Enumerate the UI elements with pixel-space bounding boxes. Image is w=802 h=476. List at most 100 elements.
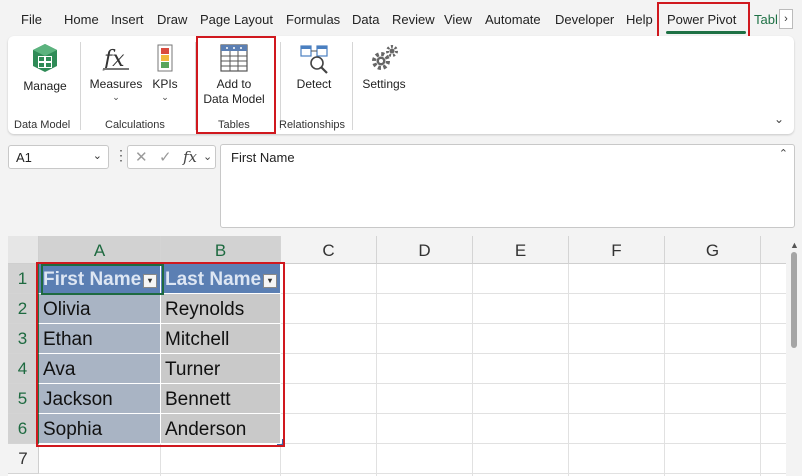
add-to-data-model-button[interactable]: Add to Data Model <box>199 42 269 107</box>
select-all-button[interactable] <box>8 236 39 264</box>
tab-insert[interactable]: Insert <box>111 12 144 27</box>
gridline <box>160 444 161 476</box>
enter-icon[interactable]: ✓ <box>159 148 172 166</box>
ribbon-tabs: File Home Insert Draw Page Layout Formul… <box>0 0 802 36</box>
chevron-down-icon[interactable]: ⌄ <box>203 150 212 163</box>
header-last-name: Last Name <box>165 269 262 290</box>
chevron-down-icon: ⌄ <box>112 92 120 102</box>
settings-button[interactable]: Settings <box>358 42 410 92</box>
formula-input[interactable]: First Name ⌃ <box>220 144 795 228</box>
table-cell[interactable]: Anderson <box>161 414 281 444</box>
group-label-relationships: Relationships <box>279 119 346 131</box>
name-box[interactable]: A1 ⌄ <box>8 145 109 169</box>
detect-relationships-icon <box>300 45 328 74</box>
tab-table-design[interactable]: Tabl <box>754 12 778 27</box>
measures-label: Measures <box>89 77 143 91</box>
filter-dropdown-icon[interactable]: ▾ <box>263 274 277 288</box>
table-cell[interactable]: Turner <box>161 354 281 384</box>
tab-home[interactable]: Home <box>64 12 99 27</box>
table-cell[interactable]: Olivia <box>39 294 161 324</box>
chevron-down-icon: ⌄ <box>161 92 169 102</box>
detect-button[interactable]: Detect <box>288 42 340 92</box>
column-header-b[interactable]: B <box>161 236 281 264</box>
gridline <box>376 264 377 476</box>
table-header-cell[interactable]: Last Name ▾ <box>161 264 281 294</box>
table-cell[interactable]: Reynolds <box>161 294 281 324</box>
filter-dropdown-icon[interactable]: ▾ <box>143 274 157 288</box>
kpis-button[interactable]: KPIs ⌄ <box>146 42 184 102</box>
ribbon-separator <box>195 42 196 130</box>
ribbon-panel: Manage fx Measures ⌄ KPIs ⌄ Add to Data … <box>8 36 794 134</box>
table-header-cell[interactable]: First Name ▾ <box>39 264 161 294</box>
tab-review[interactable]: Review <box>392 12 435 27</box>
column-header-f[interactable]: F <box>569 236 665 264</box>
insert-function-icon[interactable]: fx <box>183 148 197 166</box>
tab-scroll-right-icon[interactable]: › <box>779 9 793 29</box>
table-cell[interactable]: Sophia <box>39 414 161 444</box>
formula-content: First Name <box>231 150 295 165</box>
tab-file[interactable]: File <box>21 12 42 27</box>
tab-developer[interactable]: Developer <box>555 12 614 27</box>
manage-button[interactable]: Manage <box>18 42 72 94</box>
detect-label: Detect <box>296 77 332 91</box>
row-header-2[interactable]: 2 <box>8 294 39 324</box>
row-header-1[interactable]: 1 <box>8 264 39 294</box>
tab-page-layout[interactable]: Page Layout <box>200 12 273 27</box>
measures-button[interactable]: fx Measures ⌄ <box>88 42 144 102</box>
row-header-3[interactable]: 3 <box>8 324 39 354</box>
row-header-7[interactable]: 7 <box>8 444 39 474</box>
vertical-scrollbar[interactable]: ▲ <box>786 236 802 476</box>
gridline <box>472 264 473 476</box>
scrollbar-thumb[interactable] <box>791 252 797 348</box>
more-options-icon[interactable]: ⋮ <box>114 148 128 162</box>
ribbon-separator <box>280 42 281 130</box>
data-model-icon <box>33 44 57 72</box>
table-cell[interactable]: Mitchell <box>161 324 281 354</box>
tab-data[interactable]: Data <box>352 12 379 27</box>
gridline <box>760 264 761 476</box>
gridline <box>39 473 786 474</box>
collapse-ribbon-icon[interactable]: ⌄ <box>774 112 784 126</box>
group-label-data-model: Data Model <box>14 119 71 131</box>
tab-draw[interactable]: Draw <box>157 12 187 27</box>
gridline <box>664 264 665 476</box>
row-header-4[interactable]: 4 <box>8 354 39 384</box>
tab-help[interactable]: Help <box>626 12 653 27</box>
name-box-value: A1 <box>16 150 32 165</box>
manage-label: Manage <box>23 79 67 93</box>
column-header-g[interactable]: G <box>665 236 761 264</box>
gridline <box>280 444 281 476</box>
table-cell[interactable]: Jackson <box>39 384 161 414</box>
column-header-d[interactable]: D <box>377 236 473 264</box>
column-header-h[interactable] <box>761 236 786 264</box>
chevron-down-icon[interactable]: ⌄ <box>93 149 102 162</box>
ribbon-separator <box>80 42 81 130</box>
row-header-6[interactable]: 6 <box>8 414 39 444</box>
ribbon-separator <box>352 42 353 130</box>
worksheet-grid[interactable]: A B C D E F G 1 2 3 4 5 6 7 First Name ▾ <box>8 236 786 476</box>
table-cell[interactable]: Ethan <box>39 324 161 354</box>
tab-view[interactable]: View <box>444 12 472 27</box>
header-first-name: First Name <box>43 269 142 290</box>
table-resize-handle[interactable] <box>277 439 284 446</box>
table-cell[interactable]: Bennett <box>161 384 281 414</box>
scroll-up-icon[interactable]: ▲ <box>790 240 799 250</box>
function-icon: fx <box>102 47 129 72</box>
kpi-icon <box>157 44 173 72</box>
table-icon <box>220 44 248 72</box>
cancel-icon[interactable]: ✕ <box>135 148 148 166</box>
tab-automate[interactable]: Automate <box>485 12 541 27</box>
formula-controls: ✕ ✓ fx ⌄ <box>127 145 216 169</box>
gridline <box>568 264 569 476</box>
column-header-a[interactable]: A <box>39 236 161 264</box>
tab-power-pivot[interactable]: Power Pivot <box>667 12 736 27</box>
gear-icon <box>372 45 398 70</box>
tab-formulas[interactable]: Formulas <box>286 12 340 27</box>
add-to-label-line1: Add to <box>216 77 252 91</box>
column-header-e[interactable]: E <box>473 236 569 264</box>
row-header-5[interactable]: 5 <box>8 384 39 414</box>
kpis-label: KPIs <box>152 77 178 91</box>
table-cell[interactable]: Ava <box>39 354 161 384</box>
column-header-c[interactable]: C <box>281 236 377 264</box>
collapse-formula-bar-icon[interactable]: ⌃ <box>779 147 788 160</box>
